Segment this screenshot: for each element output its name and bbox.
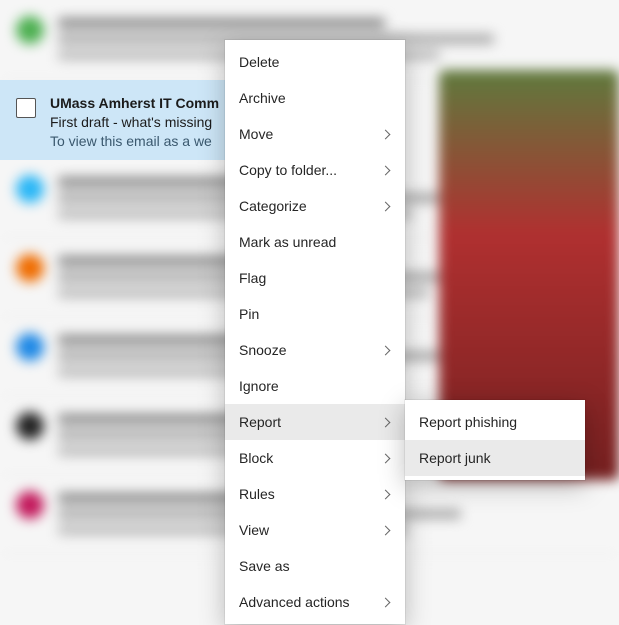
chevron-right-icon — [381, 345, 391, 355]
submenu-item-label: Report junk — [419, 450, 491, 466]
menu-item-block[interactable]: Block — [225, 440, 405, 476]
chevron-right-icon — [381, 597, 391, 607]
chevron-right-icon — [381, 129, 391, 139]
email-text: UMass Amherst IT Comm First draft - what… — [50, 94, 219, 151]
menu-item-label: Advanced actions — [239, 594, 350, 610]
menu-item-label: Ignore — [239, 378, 279, 394]
chevron-right-icon — [381, 201, 391, 211]
menu-item-delete[interactable]: Delete — [225, 44, 405, 80]
menu-item-archive[interactable]: Archive — [225, 80, 405, 116]
menu-item-label: Delete — [239, 54, 279, 70]
menu-item-view[interactable]: View — [225, 512, 405, 548]
chevron-right-icon — [381, 453, 391, 463]
report-submenu[interactable]: Report phishing Report junk — [405, 400, 585, 480]
menu-item-copy-to-folder[interactable]: Copy to folder... — [225, 152, 405, 188]
menu-item-label: Block — [239, 450, 273, 466]
submenu-item-report-phishing[interactable]: Report phishing — [405, 404, 585, 440]
submenu-item-label: Report phishing — [419, 414, 517, 430]
menu-item-report[interactable]: Report — [225, 404, 405, 440]
menu-item-mark-as-unread[interactable]: Mark as unread — [225, 224, 405, 260]
menu-item-label: Categorize — [239, 198, 307, 214]
menu-item-save-as[interactable]: Save as — [225, 548, 405, 584]
menu-item-label: Rules — [239, 486, 275, 502]
menu-item-label: Flag — [239, 270, 266, 286]
menu-item-label: Move — [239, 126, 273, 142]
chevron-right-icon — [381, 489, 391, 499]
menu-item-label: Save as — [239, 558, 290, 574]
menu-item-label: Pin — [239, 306, 259, 322]
menu-item-label: Mark as unread — [239, 234, 336, 250]
menu-item-ignore[interactable]: Ignore — [225, 368, 405, 404]
submenu-item-report-junk[interactable]: Report junk — [405, 440, 585, 476]
email-sender: UMass Amherst IT Comm — [50, 94, 219, 113]
email-context-menu[interactable]: Delete Archive Move Copy to folder... Catego… — [225, 40, 405, 624]
menu-item-snooze[interactable]: Snooze — [225, 332, 405, 368]
chevron-right-icon — [381, 525, 391, 535]
menu-item-pin[interactable]: Pin — [225, 296, 405, 332]
menu-item-flag[interactable]: Flag — [225, 260, 405, 296]
menu-item-advanced-actions[interactable]: Advanced actions — [225, 584, 405, 620]
menu-item-label: Snooze — [239, 342, 286, 358]
menu-item-categorize[interactable]: Categorize — [225, 188, 405, 224]
chevron-right-icon — [381, 165, 391, 175]
menu-item-move[interactable]: Move — [225, 116, 405, 152]
menu-item-rules[interactable]: Rules — [225, 476, 405, 512]
email-subject: First draft - what's missing — [50, 113, 219, 132]
email-preview: To view this email as a we — [50, 132, 219, 151]
chevron-right-icon — [381, 417, 391, 427]
menu-item-label: Copy to folder... — [239, 162, 337, 178]
menu-item-label: Report — [239, 414, 281, 430]
email-checkbox[interactable] — [16, 98, 36, 118]
menu-item-label: Archive — [239, 90, 286, 106]
menu-item-label: View — [239, 522, 269, 538]
